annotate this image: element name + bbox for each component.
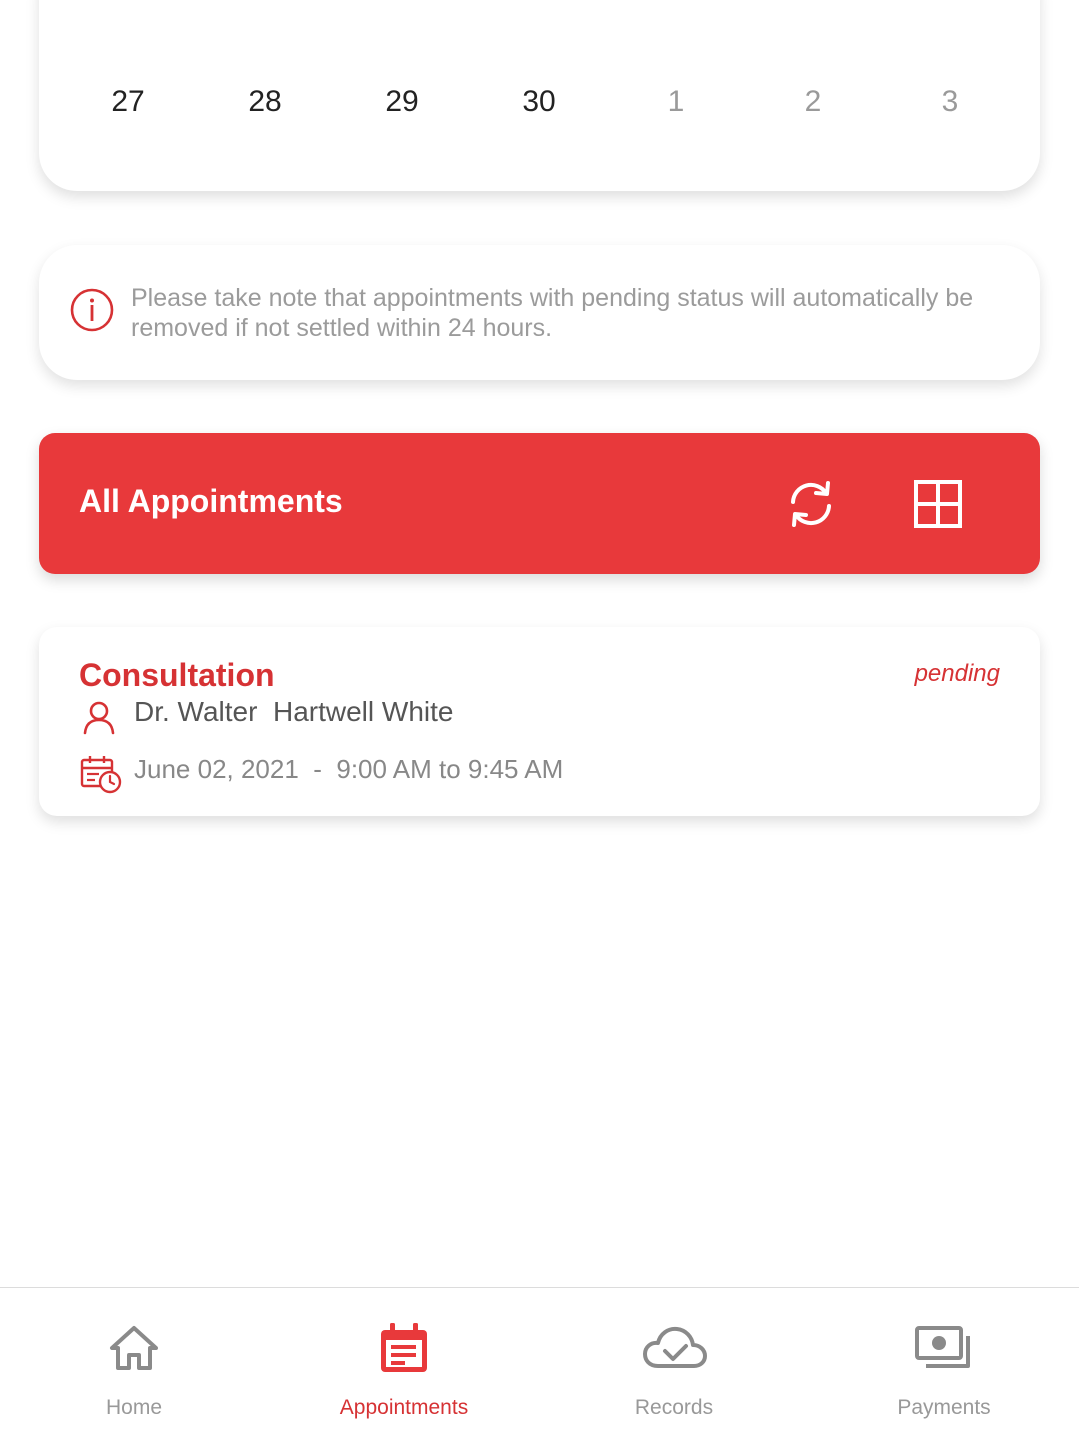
appointment-type: Consultation xyxy=(79,657,275,693)
pending-notice-card: Please take note that appointments with … xyxy=(39,245,1040,380)
all-appointments-title: All Appointments xyxy=(79,483,343,519)
appointments-screen: 27 28 29 30 1 2 3 Please take note that … xyxy=(0,0,1079,1435)
home-icon xyxy=(110,1326,158,1370)
calendar-day[interactable]: 29 xyxy=(362,80,442,124)
calendar-day[interactable]: 27 xyxy=(88,80,168,124)
calendar-week-row: 27 28 29 30 1 2 3 xyxy=(39,80,1040,124)
all-appointments-header: All Appointments xyxy=(39,433,1040,574)
calendar-card: 27 28 29 30 1 2 3 xyxy=(39,0,1040,191)
calendar-day[interactable]: 28 xyxy=(225,80,305,124)
appointment-schedule: June 02, 2021 - 9:00 AM to 9:45 AM xyxy=(134,754,564,784)
appointment-card[interactable]: Consultation pending Dr. Walter Hartwell… xyxy=(39,627,1040,816)
calendar-icon xyxy=(381,1323,427,1372)
grid-view-icon[interactable] xyxy=(911,477,965,531)
nav-item-appointments[interactable]: Appointments xyxy=(294,1288,514,1435)
calendar-clock-icon xyxy=(80,756,122,794)
refresh-icon[interactable] xyxy=(784,477,838,531)
calendar-day[interactable]: 2 xyxy=(773,80,853,124)
calendar-day[interactable]: 3 xyxy=(910,80,990,124)
nav-item-payments[interactable]: Payments xyxy=(834,1288,1054,1435)
nav-label-appointments: Appointments xyxy=(339,1396,469,1419)
notice-text: Please take note that appointments with … xyxy=(131,284,974,342)
person-icon xyxy=(83,701,115,735)
nav-label-home: Home xyxy=(105,1396,163,1419)
calendar-day[interactable]: 30 xyxy=(499,80,579,124)
nav-label-payments: Payments xyxy=(897,1396,991,1419)
calendar-day[interactable]: 1 xyxy=(636,80,716,124)
nav-item-home[interactable]: Home xyxy=(24,1288,244,1435)
nav-label-records: Records xyxy=(634,1396,714,1419)
bottom-navigation: Home Appointments Records Payments xyxy=(0,1287,1079,1435)
nav-item-records[interactable]: Records xyxy=(564,1288,784,1435)
payments-icon xyxy=(915,1326,970,1368)
cloud-check-icon xyxy=(643,1326,707,1368)
status-badge: pending xyxy=(914,660,1000,687)
info-icon xyxy=(70,288,114,332)
doctor-name: Dr. Walter Hartwell White xyxy=(134,696,454,727)
